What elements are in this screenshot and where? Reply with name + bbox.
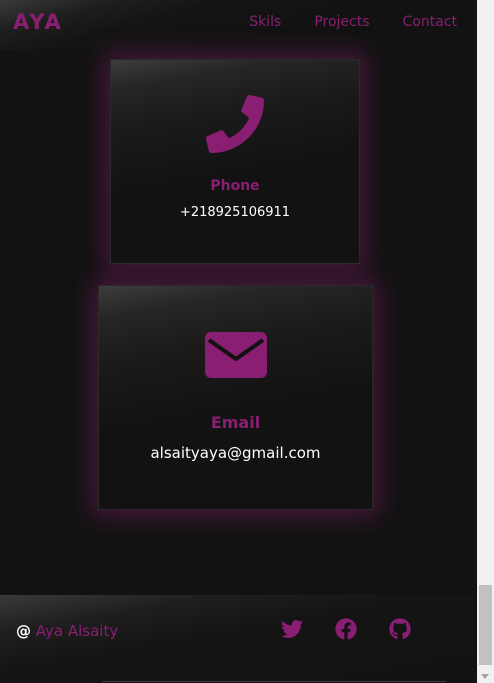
scrollbar[interactable] xyxy=(477,0,494,683)
nav-links: Skils Projects Contact xyxy=(249,14,457,30)
nav-link-skills[interactable]: Skils xyxy=(249,14,281,30)
email-address: alsaityaya@gmail.com xyxy=(150,444,321,462)
brand-logo[interactable]: AYA xyxy=(13,10,63,34)
social-links xyxy=(281,618,411,640)
phone-title: Phone xyxy=(210,178,260,194)
navbar: AYA Skils Projects Contact xyxy=(0,0,477,50)
email-title: Email xyxy=(210,413,261,432)
nav-link-contact[interactable]: Contact xyxy=(403,14,457,30)
github-icon[interactable] xyxy=(389,618,411,640)
footer-divider xyxy=(102,681,446,682)
footer: @ Aya Alsaity xyxy=(0,595,477,683)
envelope-icon xyxy=(99,332,372,380)
at-sign: @ xyxy=(16,622,31,640)
nav-link-projects[interactable]: Projects xyxy=(314,14,369,30)
phone-card: Phone +218925106911 xyxy=(110,59,360,264)
email-card: Email alsaityaya@gmail.com xyxy=(98,285,373,510)
page: AYA Skils Projects Contact Phone +218925… xyxy=(0,0,477,683)
copyright: @ Aya Alsaity xyxy=(16,622,118,640)
author-name: Aya Alsaity xyxy=(35,622,119,640)
phone-number: +218925106911 xyxy=(179,205,291,220)
scrollbar-thumb[interactable] xyxy=(479,585,492,665)
facebook-icon[interactable] xyxy=(335,618,357,640)
scroll-down-arrow-icon[interactable] xyxy=(481,674,489,679)
phone-icon xyxy=(111,95,359,153)
twitter-icon[interactable] xyxy=(281,618,303,640)
